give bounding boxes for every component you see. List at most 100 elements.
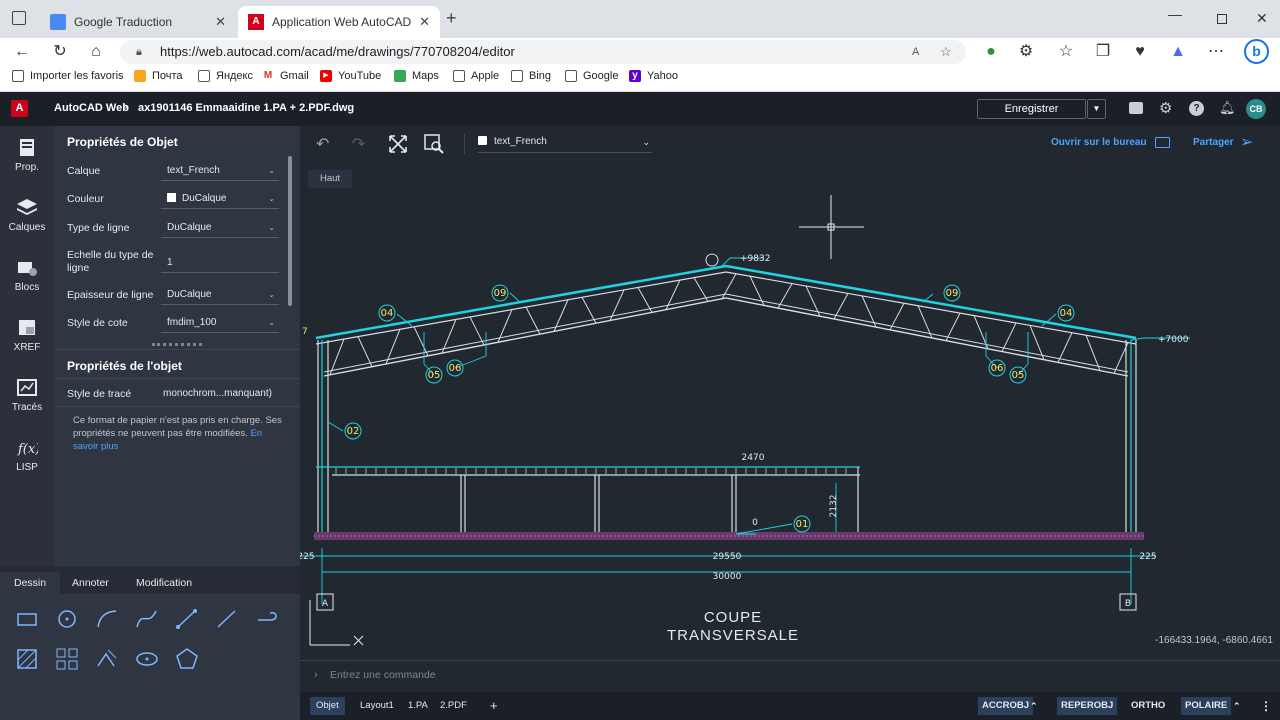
reference-label: 04 [1060, 308, 1073, 319]
help-icon[interactable]: ? [1189, 101, 1204, 116]
restore-icon[interactable] [1217, 14, 1227, 24]
favorite-star-icon[interactable]: ☆ [940, 40, 952, 64]
breadcrumb-chevron-icon: › [124, 101, 128, 113]
bookmark-maps[interactable]: Maps [394, 70, 439, 82]
bookmark-yahoo[interactable]: y Yahoo [629, 70, 678, 82]
layer-select[interactable]: text_French ⌄ [161, 161, 279, 181]
close-icon[interactable]: ✕ [419, 14, 430, 30]
ortho-toggle[interactable]: ORTHO [1127, 697, 1169, 715]
panel-resize-handle[interactable] [152, 343, 202, 346]
nav-layers[interactable]: Calques [0, 198, 54, 233]
polar-toggle[interactable]: POLAIRE [1181, 697, 1232, 715]
reference-label: 09 [494, 288, 507, 299]
dimstyle-select[interactable]: fmdim_100 ⌄ [161, 313, 279, 333]
linetype-scale-input[interactable]: 1 [161, 253, 279, 273]
spline-tool-icon[interactable] [134, 606, 160, 632]
tab-google-traduction[interactable]: Google Traduction ✕ [40, 6, 236, 38]
layout-tab-2pdf[interactable]: 2.PDF [436, 697, 471, 715]
nav-properties[interactable]: Prop. [0, 138, 54, 173]
home-icon[interactable]: ⌂ [85, 41, 107, 63]
bookmark-import[interactable]: Importer les favoris [12, 70, 124, 82]
reference-label: 06 [449, 363, 462, 374]
close-icon[interactable]: ✕ [215, 14, 226, 30]
chevron-up-icon[interactable]: ⌃ [1026, 697, 1042, 715]
new-tab-icon[interactable]: + [446, 8, 457, 29]
drawing-canvas[interactable]: ↶ ↷ text_French ⌄ Ouvrir sur le bureau P… [300, 126, 1280, 660]
save-dropdown-button[interactable]: ▼ [1087, 99, 1106, 119]
save-button[interactable]: Enregistrer [977, 99, 1086, 119]
tab-actions-icon[interactable] [12, 11, 26, 25]
nav-xref[interactable]: XREF [0, 318, 54, 353]
bookmark-google[interactable]: Google [565, 70, 618, 82]
add-layout-icon[interactable]: + [486, 697, 502, 715]
extensions-icon[interactable]: ⚙ [1015, 41, 1037, 63]
settings-icon[interactable]: ⚙ [1159, 99, 1172, 117]
command-line[interactable]: › Entrez une commande [300, 660, 1280, 692]
bookmark-apple[interactable]: Apple [453, 70, 499, 82]
gmail-icon: M [263, 70, 273, 81]
notifications-icon[interactable]: 🔔︎ [1219, 100, 1236, 116]
layout-tab-1pa[interactable]: 1.PA [404, 697, 432, 715]
tab-dessin[interactable]: Dessin [0, 572, 61, 594]
array-tool-icon[interactable] [54, 646, 80, 672]
prop-label: Couleur [67, 193, 104, 205]
bing-icon[interactable]: b [1244, 39, 1269, 64]
prop-value: 1 [167, 257, 173, 268]
dimension-tool-icon[interactable] [174, 606, 200, 632]
read-aloud-icon[interactable]: A [912, 40, 919, 64]
arc-tool-icon[interactable] [94, 606, 120, 632]
polyline-tool-icon[interactable] [254, 606, 280, 632]
nav-plot[interactable]: Tracés [0, 378, 54, 413]
line-tool-icon[interactable] [214, 606, 240, 632]
circle-tool-icon[interactable] [54, 606, 80, 632]
nav-label: Calques [8, 222, 46, 233]
print-icon[interactable] [1129, 102, 1143, 114]
osnap-toggle[interactable]: ACCROBJ [978, 697, 1033, 715]
bookmark-bing[interactable]: Bing [511, 70, 551, 82]
favorites-icon[interactable]: ☆ [1055, 41, 1077, 63]
trim-tool-icon[interactable] [94, 646, 120, 672]
close-window-icon[interactable]: ✕ [1256, 10, 1268, 27]
extension-globe-icon[interactable]: ● [980, 41, 1002, 63]
otrack-toggle[interactable]: REPEROBJ [1057, 697, 1118, 715]
url-field[interactable]: 🔒︎ https://web.autocad.com/acad/me/drawi… [120, 40, 966, 64]
nav-blocks[interactable]: Blocs [0, 258, 54, 293]
back-icon[interactable]: ← [11, 41, 33, 63]
polygon-tool-icon[interactable] [174, 646, 200, 672]
avatar[interactable]: CB [1246, 99, 1266, 119]
rectangle-tool-icon[interactable] [14, 606, 40, 632]
panel-scrollbar[interactable] [288, 156, 292, 306]
tab-autocad[interactable]: A Application Web AutoCAD – Visu ✕ [238, 6, 440, 38]
color-select[interactable]: DuCalque ⌄ [161, 189, 279, 209]
dimension-label: 225 [1139, 552, 1156, 562]
bookmark-gmail[interactable]: M Gmail [262, 70, 309, 82]
bookmark-youtube[interactable]: ▶ YouTube [320, 70, 381, 82]
layout-tab-objet[interactable]: Objet [310, 697, 345, 715]
command-chevron-icon: › [314, 669, 318, 681]
more-icon[interactable]: ⋯ [1205, 41, 1227, 63]
bookmark-pochta[interactable]: Почта [134, 70, 183, 82]
profile-icon[interactable]: ▲ [1167, 41, 1189, 63]
truss-web [693, 277, 709, 302]
collections-icon[interactable]: ❐ [1092, 41, 1114, 63]
refresh-icon[interactable]: ↻ [49, 41, 71, 63]
ellipse-tool-icon[interactable] [134, 646, 160, 672]
minimize-icon[interactable]: — [1168, 6, 1182, 22]
tab-modification[interactable]: Modification [122, 572, 206, 594]
bookmark-label: YouTube [338, 70, 382, 82]
chevron-up-icon[interactable]: ⌃ [1229, 697, 1245, 715]
tab-annoter[interactable]: Annoter [58, 572, 123, 594]
status-more-icon[interactable]: ⋮ [1256, 697, 1276, 715]
lineweight-select[interactable]: DuCalque ⌄ [161, 285, 279, 305]
truss-web [525, 306, 541, 335]
nav-lisp[interactable]: f(x) LISP [0, 438, 54, 473]
nav-label: XREF [13, 342, 41, 353]
layout-tab-layout1[interactable]: Layout1 [356, 697, 398, 715]
crosshair-cursor [799, 195, 864, 259]
linetype-select[interactable]: DuCalque ⌄ [161, 218, 279, 238]
bookmark-yandex[interactable]: Яндекс [198, 70, 253, 82]
hatch-tool-icon[interactable] [14, 646, 40, 672]
autocad-logo-icon[interactable]: A [11, 100, 28, 117]
health-icon[interactable]: ♥ [1129, 41, 1151, 63]
command-input[interactable]: Entrez une commande [330, 669, 436, 681]
